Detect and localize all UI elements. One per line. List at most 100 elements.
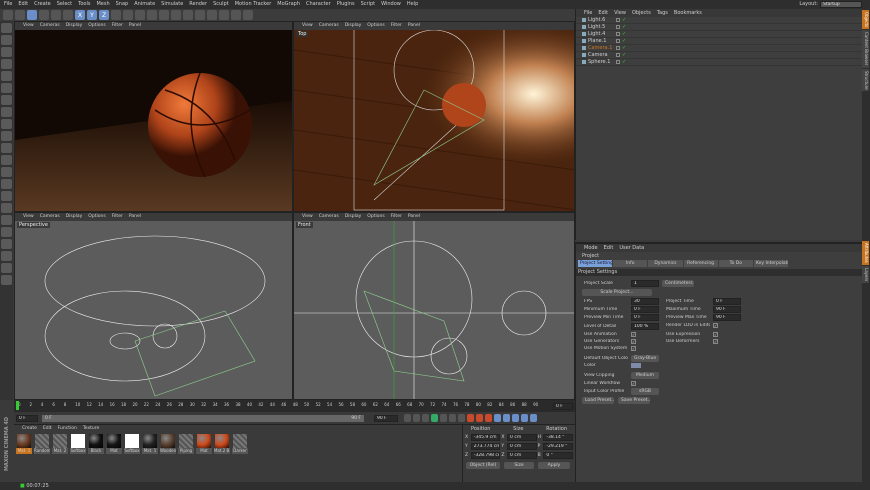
scale-unit-select[interactable]: Centimeters — [662, 280, 694, 287]
menu-simulate[interactable]: Simulate — [161, 1, 183, 8]
viewport-menu-cameras[interactable]: Cameras — [319, 214, 339, 220]
object-row[interactable]: Camera.1 ✓ — [576, 45, 862, 52]
tool-icon[interactable] — [1, 71, 12, 81]
render-picture-icon[interactable] — [135, 10, 145, 20]
tool-icon[interactable] — [1, 23, 12, 33]
tool-icon[interactable] — [1, 215, 12, 225]
preview-max-field[interactable]: 90 F — [713, 314, 741, 321]
object-name[interactable]: Sphere.1 — [588, 59, 612, 65]
object-name[interactable]: Plane.1 — [588, 38, 612, 44]
object-name[interactable]: Light.5 — [588, 24, 612, 30]
object-row[interactable]: Light.4 ✓ — [576, 31, 862, 38]
tab-dynamics[interactable]: Dynamics — [648, 260, 683, 267]
menu-motion-tracker[interactable]: Motion Tracker — [235, 1, 272, 8]
material-item[interactable]: Mat — [196, 434, 212, 454]
material-item[interactable]: Piping — [178, 434, 194, 454]
size-mode-select[interactable]: Size — [504, 462, 534, 469]
linear-workflow-checkbox[interactable]: ✓ — [631, 381, 636, 386]
timeline-ruler[interactable]: 0 2 4 6 8 10 12 14 16 18 20 22 24 26 28 30 32 34 36 38 40 42 4… — [14, 400, 575, 412]
tool-icon[interactable] — [1, 191, 12, 201]
viewport-menu-panel[interactable]: Panel — [408, 23, 420, 29]
menu-mograph[interactable]: MoGraph — [277, 1, 300, 8]
object-row[interactable]: Sphere.1 ✓ — [576, 59, 862, 66]
visibility-toggle-icon[interactable] — [616, 53, 620, 57]
material-item[interactable]: Mat.2 B. — [214, 434, 230, 454]
coord-mode-select[interactable]: Object (Rel) — [466, 462, 500, 469]
cube-icon[interactable] — [159, 10, 169, 20]
coordinate-system-icon[interactable] — [111, 10, 121, 20]
tool-icon[interactable] — [1, 107, 12, 117]
object-menu-tags[interactable]: Tags — [657, 10, 668, 16]
material-menu-function[interactable]: Function — [58, 426, 77, 432]
right-tab-content-browser[interactable]: Content Browser — [862, 30, 869, 68]
viewport-front[interactable]: View Cameras Display Options Filter Panel Fro… — [293, 212, 575, 400]
material-item[interactable]: Softbox — [70, 434, 86, 454]
attr-menu-edit[interactable]: Edit — [604, 245, 614, 251]
preview-min-field[interactable]: 0 F — [631, 314, 659, 321]
go-end-icon[interactable] — [458, 414, 465, 422]
lod-field[interactable]: 100 % — [631, 323, 659, 330]
next-key-icon[interactable] — [449, 414, 456, 422]
floor-icon[interactable] — [219, 10, 229, 20]
tool-icon[interactable] — [1, 131, 12, 141]
material-item[interactable]: Mat. 2 — [52, 434, 68, 454]
undo-icon[interactable] — [3, 10, 13, 20]
pos-field[interactable]: -345.9 cm — [470, 434, 501, 441]
view-clipping-field[interactable]: Medium — [631, 372, 659, 379]
viewport-menu-filter[interactable]: Filter — [112, 23, 123, 29]
viewport-menu-view[interactable]: View — [302, 23, 313, 29]
object-menu-objects[interactable]: Objects — [632, 10, 651, 16]
layout-select[interactable]: Startup — [820, 1, 862, 8]
pen-icon[interactable] — [171, 10, 181, 20]
tab-to-do[interactable]: To Do — [718, 260, 753, 267]
menu-character[interactable]: Character — [306, 1, 331, 8]
pos-field[interactable]: -328.798 cm — [470, 452, 501, 459]
object-row[interactable]: Light.5 ✓ — [576, 24, 862, 31]
viewport-menu-options[interactable]: Options — [367, 214, 384, 220]
go-start-icon[interactable] — [404, 414, 411, 422]
right-tab-layers[interactable]: Layers — [862, 265, 869, 284]
object-row[interactable]: Plane.1 ✓ — [576, 38, 862, 45]
tool-icon[interactable] — [1, 143, 12, 153]
move-icon[interactable] — [27, 10, 37, 20]
record-icon[interactable] — [467, 414, 474, 422]
tool-icon[interactable] — [1, 119, 12, 129]
move-key-icon[interactable] — [494, 414, 501, 422]
attr-menu-mode[interactable]: Mode — [584, 245, 598, 251]
viewport-menu-options[interactable]: Options — [88, 214, 105, 220]
viewport-menu-panel[interactable]: Panel — [408, 214, 420, 220]
viewport-menu-options[interactable]: Options — [88, 23, 105, 29]
viewport-render[interactable]: View Cameras Display Options Filter Panel — [14, 21, 293, 212]
use-animation-checkbox[interactable]: ✓ — [631, 332, 636, 337]
tool-icon[interactable] — [1, 179, 12, 189]
save-preset-button[interactable]: Save Preset... — [618, 397, 650, 404]
use-motion-system-checkbox[interactable]: ✓ — [631, 346, 636, 351]
visibility-toggle-icon[interactable] — [616, 18, 620, 22]
object-name[interactable]: Camera — [588, 52, 612, 58]
viewport-menu-display[interactable]: Display — [66, 214, 83, 220]
next-frame-icon[interactable] — [440, 414, 447, 422]
object-name[interactable]: Light.4 — [588, 31, 612, 37]
viewport-menu-cameras[interactable]: Cameras — [40, 23, 60, 29]
rotate-key-icon[interactable] — [512, 414, 519, 422]
deformer-icon[interactable] — [207, 10, 217, 20]
subdivision-icon[interactable] — [183, 10, 193, 20]
tool-icon[interactable] — [1, 59, 12, 69]
tab-project-settings[interactable]: Project Settings — [578, 260, 613, 267]
light-icon[interactable] — [243, 10, 253, 20]
viewport-menu-cameras[interactable]: Cameras — [319, 23, 339, 29]
menu-sculpt[interactable]: Sculpt — [213, 1, 229, 8]
tool-icon[interactable] — [1, 83, 12, 93]
render-settings-icon[interactable] — [147, 10, 157, 20]
menu-script[interactable]: Script — [361, 1, 376, 8]
add-icon[interactable] — [63, 10, 73, 20]
material-item[interactable]: Black — [88, 434, 104, 454]
input-color-profile-field[interactable]: sRGB — [631, 388, 659, 395]
render-view-icon[interactable] — [123, 10, 133, 20]
scale-key-icon[interactable] — [503, 414, 510, 422]
right-tab-structure[interactable]: Structure — [862, 68, 869, 92]
viewport-top[interactable]: View Cameras Display Options Filter Panel Top — [293, 21, 575, 212]
material-menu-create[interactable]: Create — [22, 426, 37, 432]
viewport-menu-options[interactable]: Options — [367, 23, 384, 29]
menu-select[interactable]: Select — [57, 1, 72, 8]
